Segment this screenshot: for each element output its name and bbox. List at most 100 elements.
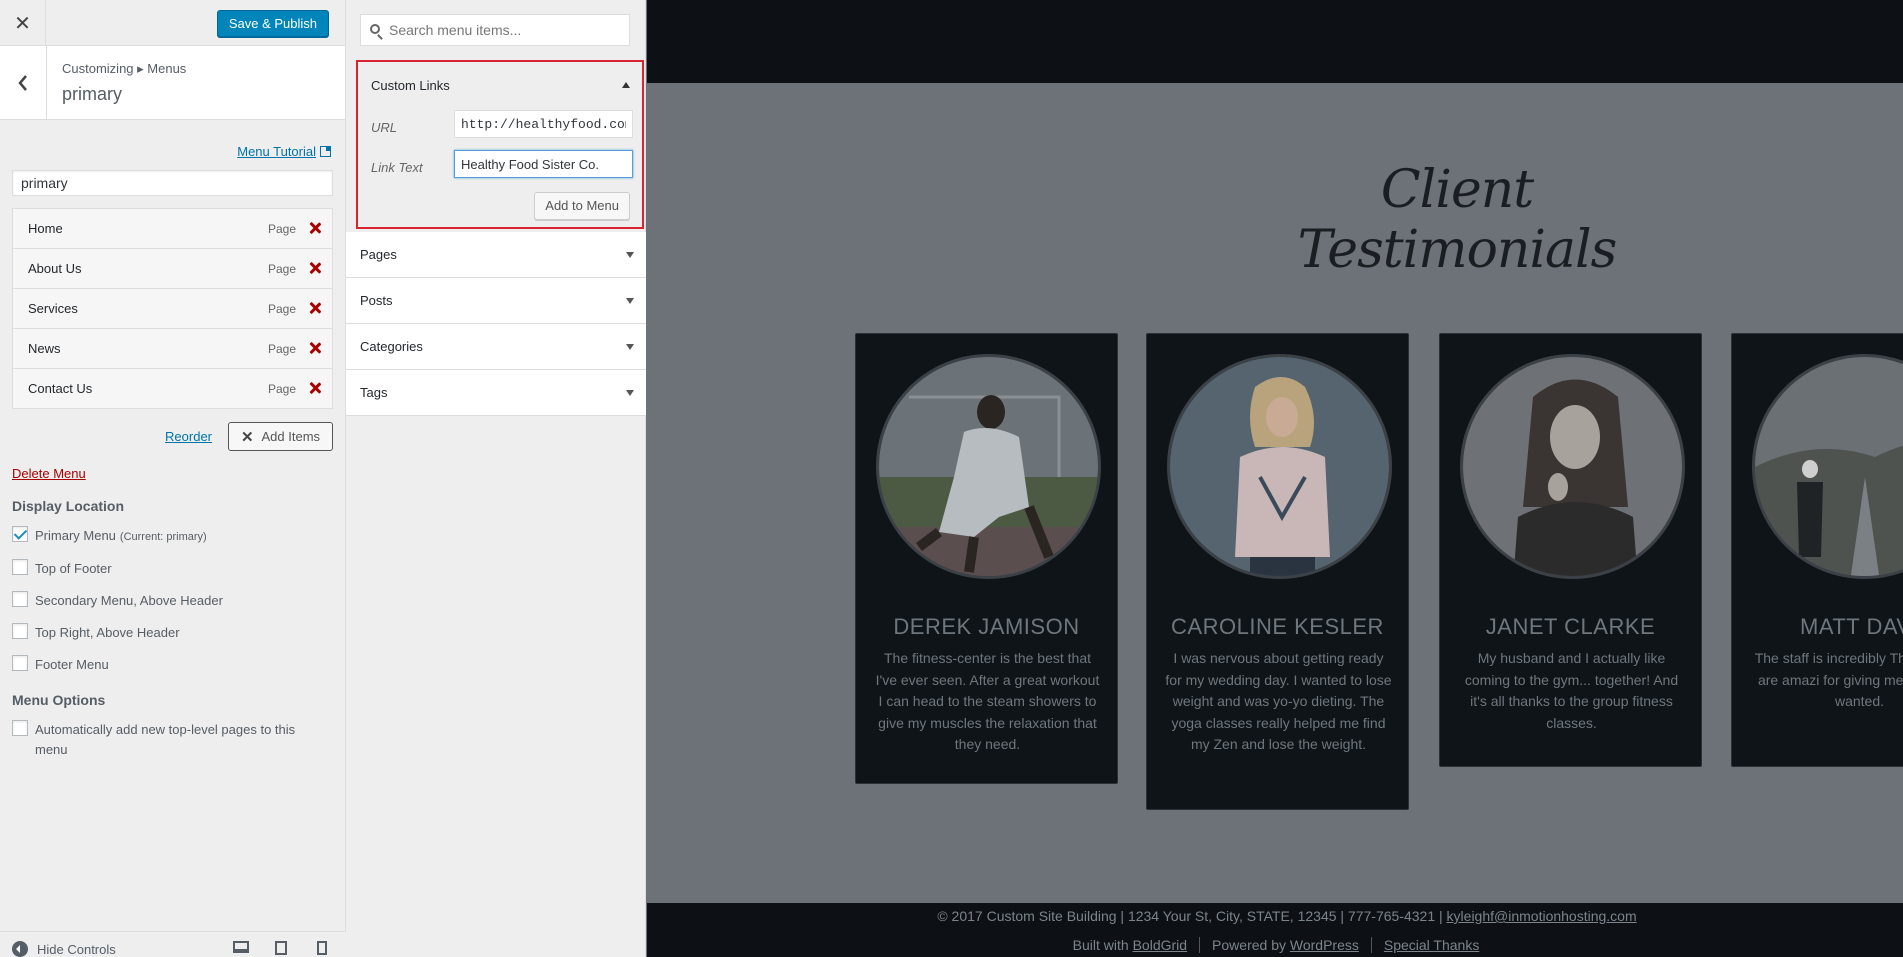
testimonial-name: DEREK JAMISON xyxy=(893,614,1080,639)
location-option[interactable]: Top Right, Above Header xyxy=(12,623,333,643)
caret-down-icon xyxy=(626,390,634,396)
menu-actions: Reorder ✕ Add Items xyxy=(12,422,333,451)
checkbox[interactable] xyxy=(12,526,28,542)
add-items-panel: Custom Links URL Link Text Add to Menu P… xyxy=(346,0,646,957)
wordpress-link[interactable]: WordPress xyxy=(1290,937,1359,953)
menu-item-label: Contact Us xyxy=(28,381,93,396)
footer-copyright: © 2017 Custom Site Building | 1234 Your … xyxy=(937,908,1443,924)
remove-item-icon[interactable] xyxy=(308,261,322,275)
search-input[interactable] xyxy=(389,22,619,38)
location-note: (Current: primary) xyxy=(119,531,207,543)
hide-controls-button[interactable]: Hide Controls xyxy=(12,941,116,957)
testimonial-quote: The fitness-center is the best that I've… xyxy=(875,650,1100,752)
tablet-preview-icon[interactable] xyxy=(275,941,287,955)
search-icon xyxy=(370,24,380,34)
search-menu-items[interactable] xyxy=(360,14,630,46)
menu-tutorial-link[interactable]: Menu Tutorial xyxy=(237,144,316,159)
breadcrumb: Customizing ▸ Menus xyxy=(62,61,187,76)
chevron-left-icon xyxy=(18,75,27,91)
menu-item-type: Page xyxy=(267,301,296,316)
testimonial-quote: The staff is incredibly The trainers are… xyxy=(1754,650,1903,709)
display-location-heading: Display Location xyxy=(12,498,125,514)
customizer-sidebar: ✕ Save & Publish Customizing ▸ Menus pri… xyxy=(0,0,346,957)
url-row: URL xyxy=(358,108,642,148)
testimonials-title: Client Testimonials xyxy=(1297,160,1618,280)
menu-item-type: Page xyxy=(267,261,296,276)
menu-item-type: Page xyxy=(267,341,296,356)
auto-add-option[interactable]: Automatically add new top-level pages to… xyxy=(12,720,333,760)
custom-links-header[interactable]: Custom Links xyxy=(358,62,642,108)
special-thanks-link[interactable]: Special Thanks xyxy=(1384,937,1479,953)
url-input[interactable] xyxy=(454,110,633,138)
testimonial-photo xyxy=(1167,354,1392,579)
boldgrid-link[interactable]: BoldGrid xyxy=(1133,937,1187,953)
footer-email-link[interactable]: kyleighf@inmotionhosting.com xyxy=(1447,908,1637,924)
checkbox[interactable] xyxy=(12,655,28,671)
custom-links-section: Custom Links URL Link Text Add to Menu xyxy=(356,60,644,229)
checkbox[interactable] xyxy=(12,591,28,607)
remove-item-icon[interactable] xyxy=(308,341,322,355)
testimonial-card: JANET CLARKE My husband and I actually l… xyxy=(1439,333,1702,767)
menu-item[interactable]: About Us Page xyxy=(12,248,333,289)
item-type-sections: Pages Posts Categories Tags xyxy=(346,232,646,416)
hide-controls-label: Hide Controls xyxy=(37,941,116,957)
mobile-preview-icon[interactable] xyxy=(317,941,327,955)
add-items-button[interactable]: ✕ Add Items xyxy=(228,422,333,451)
menu-item[interactable]: Home Page xyxy=(12,208,333,249)
menu-item-type: Page xyxy=(267,381,296,396)
built-with-text: Built with xyxy=(1072,937,1129,953)
testimonial-card: CAROLINE KESLER I was nervous about gett… xyxy=(1146,333,1409,810)
footer-contact-line: © 2017 Custom Site Building | 1234 Your … xyxy=(647,908,1903,924)
menu-item[interactable]: Contact Us Page xyxy=(12,368,333,409)
testimonial-name: MATT DAV xyxy=(1800,614,1903,639)
tutorial-row: Menu Tutorial xyxy=(0,144,345,159)
section-posts[interactable]: Posts xyxy=(346,278,646,324)
checkbox[interactable] xyxy=(12,623,28,639)
footer-divider xyxy=(1199,937,1201,953)
add-items-label: Add Items xyxy=(261,429,321,444)
footer-divider xyxy=(1370,937,1372,953)
collapse-icon xyxy=(12,941,28,957)
checkbox[interactable] xyxy=(12,559,28,575)
custom-links-title: Custom Links xyxy=(371,77,450,93)
remove-item-icon[interactable] xyxy=(308,221,322,235)
save-publish-button[interactable]: Save & Publish xyxy=(216,10,329,37)
menu-item[interactable]: Services Page xyxy=(12,288,333,329)
link-text-input[interactable] xyxy=(454,150,633,178)
reorder-link[interactable]: Reorder xyxy=(165,429,212,444)
location-option[interactable]: Secondary Menu, Above Header xyxy=(12,591,333,611)
testimonial-photo xyxy=(1460,354,1685,579)
menu-item[interactable]: News Page xyxy=(12,328,333,369)
section-label: Tags xyxy=(360,385,388,400)
section-tags[interactable]: Tags xyxy=(346,370,646,416)
section-label: Posts xyxy=(360,293,393,308)
location-label: Top of Footer xyxy=(35,561,112,576)
testimonial-card: DEREK JAMISON The fitness-center is the … xyxy=(855,333,1118,784)
menu-item-type: Page xyxy=(267,221,296,236)
checkbox[interactable] xyxy=(12,720,28,736)
menu-item-label: Home xyxy=(28,221,63,236)
testimonial-quote: I was nervous about getting ready for my… xyxy=(1165,650,1392,752)
section-categories[interactable]: Categories xyxy=(346,324,646,370)
location-option[interactable]: Footer Menu xyxy=(12,655,333,675)
location-option[interactable]: Top of Footer xyxy=(12,559,333,579)
url-label: URL xyxy=(371,120,398,135)
menu-name-input[interactable] xyxy=(12,170,333,196)
remove-item-icon[interactable] xyxy=(308,301,322,315)
menu-options-heading: Menu Options xyxy=(12,692,106,708)
remove-item-icon[interactable] xyxy=(308,381,322,395)
location-option[interactable]: Primary Menu (Current: primary) xyxy=(12,526,333,547)
site-header xyxy=(647,0,1903,83)
location-label: Top Right, Above Header xyxy=(35,625,180,640)
add-to-menu-button[interactable]: Add to Menu xyxy=(534,192,630,220)
testimonial-photo xyxy=(876,354,1101,579)
back-button[interactable] xyxy=(0,46,47,120)
close-customizer-button[interactable]: ✕ xyxy=(0,0,46,46)
menu-item-label: News xyxy=(28,341,61,356)
location-label: Footer Menu xyxy=(35,657,109,672)
testimonial-card: MATT DAV The staff is incredibly The tra… xyxy=(1731,333,1903,767)
delete-menu-link[interactable]: Delete Menu xyxy=(12,466,86,481)
section-pages[interactable]: Pages xyxy=(346,232,646,278)
caret-up-icon xyxy=(622,82,630,88)
desktop-preview-icon[interactable] xyxy=(233,941,249,953)
